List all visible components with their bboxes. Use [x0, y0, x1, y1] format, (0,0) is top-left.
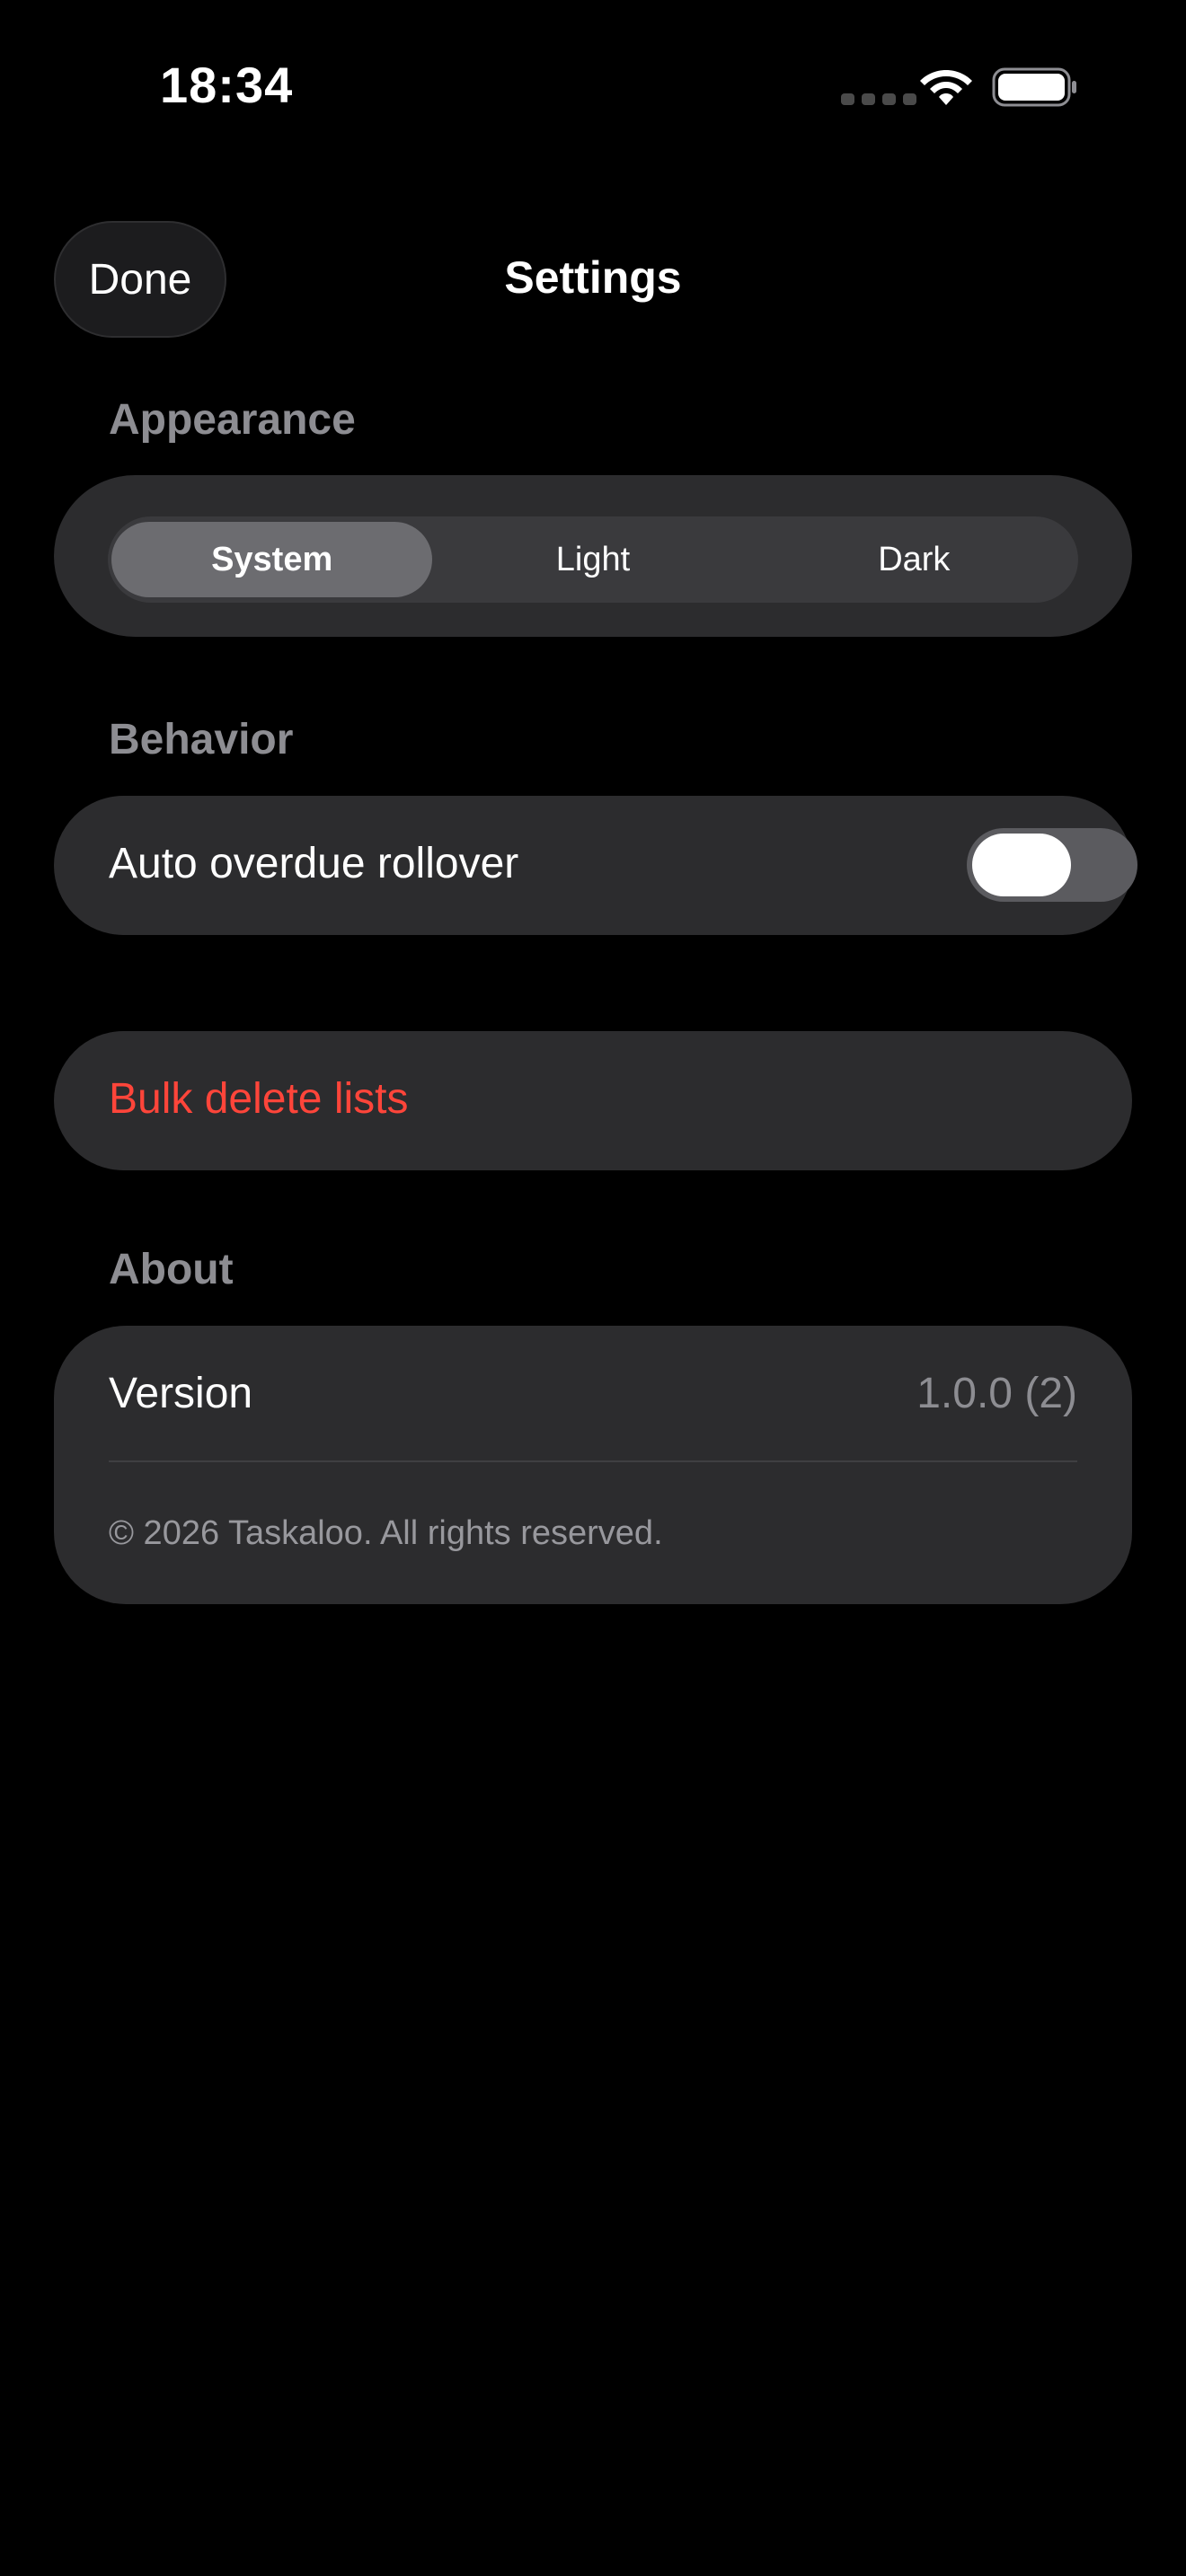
- appearance-section-header: Appearance: [109, 396, 356, 444]
- copyright-text: © 2026 Taskaloo. All rights reserved.: [109, 1514, 663, 1552]
- appearance-option-dark[interactable]: Dark: [754, 522, 1075, 597]
- cellular-signal-icon: [841, 93, 916, 105]
- status-time: 18:34: [160, 57, 294, 113]
- bulk-delete-lists-button[interactable]: Bulk delete lists: [54, 1031, 1132, 1170]
- version-label: Version: [109, 1370, 253, 1417]
- appearance-option-system[interactable]: System: [111, 522, 433, 597]
- divider: [109, 1460, 1077, 1462]
- appearance-card: System Light Dark: [54, 475, 1132, 637]
- about-section-header: About: [109, 1246, 234, 1293]
- toggle-knob: [972, 834, 1071, 896]
- bulk-delete-lists-label: Bulk delete lists: [109, 1075, 409, 1123]
- version-value: 1.0.0 (2): [916, 1370, 1077, 1417]
- appearance-option-light[interactable]: Light: [432, 522, 753, 597]
- page-title: Settings: [504, 252, 682, 303]
- auto-overdue-rollover-toggle[interactable]: [967, 828, 1137, 902]
- auto-overdue-rollover-label: Auto overdue rollover: [109, 840, 519, 887]
- battery-icon: [992, 67, 1076, 107]
- about-card: Version 1.0.0 (2) © 2026 Taskaloo. All r…: [54, 1326, 1132, 1604]
- behavior-section-header: Behavior: [109, 716, 294, 763]
- status-bar: 18:34: [0, 0, 1186, 171]
- appearance-segmented-control: System Light Dark: [108, 516, 1078, 603]
- behavior-card: Auto overdue rollover: [54, 796, 1137, 935]
- wifi-icon: [920, 70, 972, 105]
